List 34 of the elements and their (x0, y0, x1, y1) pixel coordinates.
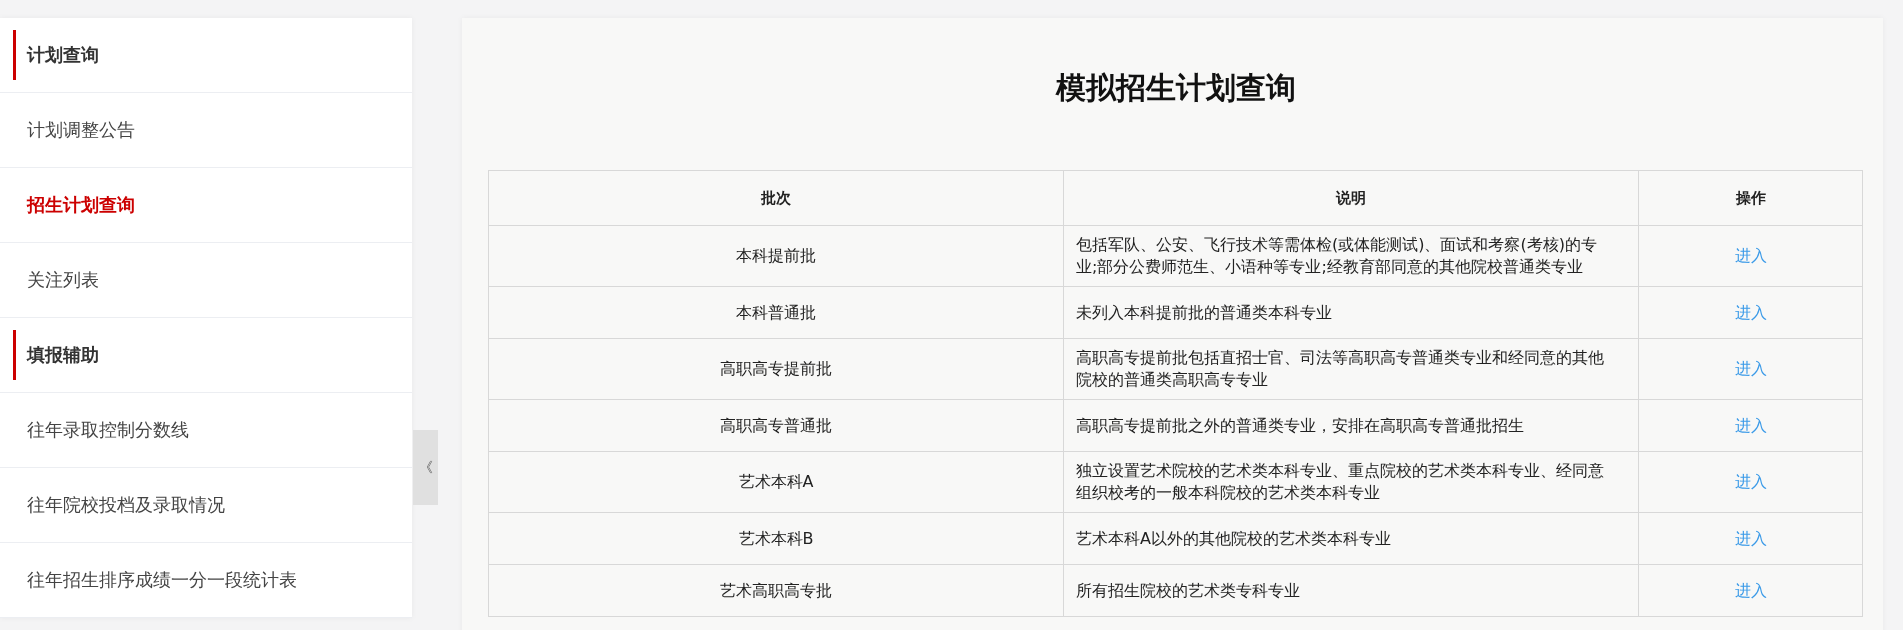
collapse-button[interactable]: 《 (413, 430, 438, 505)
page-title: 模拟招生计划查询 (1054, 69, 1297, 107)
column-header: 操作 (1638, 170, 1863, 226)
table-cell: 艺术本科A以外的其他院校的艺术类本科专业 (1063, 512, 1639, 565)
column-header: 批次 (488, 170, 1064, 226)
enter-link[interactable]: 进入 (1734, 302, 1767, 322)
sidebar-item[interactable]: 关注列表 (0, 243, 412, 318)
sidebar-item[interactable]: 招生计划查询 (0, 168, 412, 243)
table-cell: 高职高专普通批 (488, 399, 1064, 452)
table-cell: 高职高专提前批 (488, 338, 1064, 400)
table-cell: 高职高专提前批之外的普通类专业，安排在高职高专普通批招生 (1063, 399, 1639, 452)
table-cell: 本科提前批 (488, 225, 1064, 287)
enter-link[interactable]: 进入 (1734, 472, 1767, 491)
sidebar-item[interactable]: 往年录取控制分数线 (0, 393, 412, 468)
table-cell: 艺术本科A (488, 451, 1064, 513)
column-header: 说明 (1063, 170, 1639, 226)
enter-link[interactable]: 进入 (1734, 528, 1767, 548)
enter-link[interactable]: 进入 (1734, 580, 1767, 600)
sidebar-item[interactable]: 往年院校投档及录取情况 (0, 468, 412, 543)
enter-link[interactable]: 进入 (1734, 415, 1767, 435)
table-cell: 本科普通批 (488, 286, 1064, 339)
table-cell: 独立设置艺术院校的艺术类本科专业、重点院校的艺术类本科专业、经同意组织校考的一般本科院校的艺术类本科专业 (1063, 451, 1639, 513)
sidebar-item[interactable]: 计划调整公告 (0, 93, 412, 168)
table-cell: 所有招生院校的艺术类专科专业 (1063, 564, 1639, 617)
table-cell: 艺术本科B (488, 512, 1064, 565)
enter-link[interactable]: 进入 (1734, 359, 1767, 378)
table-cell: 高职高专提前批包括直招士官、司法等高职高专普通类专业和经同意的其他院校的普通类高职高专专业 (1063, 338, 1639, 400)
table-cell: 包括军队、公安、飞行技术等需体检(或体能测试)、面试和考察(考核)的专业;部分公费师范生、小语种等专业;经教育部同意的其他院校普通类专业 (1063, 225, 1639, 287)
table-cell: 艺术高职高专批 (488, 564, 1064, 617)
sidebar-section-header: 计划查询 (0, 18, 412, 93)
table-cell: 未列入本科提前批的普通类本科专业 (1063, 286, 1639, 339)
sidebar-item[interactable]: 往年招生排序成绩一分一段统计表 (0, 543, 412, 618)
enter-link[interactable]: 进入 (1734, 246, 1767, 265)
sidebar-section-header: 填报辅助 (0, 318, 412, 393)
